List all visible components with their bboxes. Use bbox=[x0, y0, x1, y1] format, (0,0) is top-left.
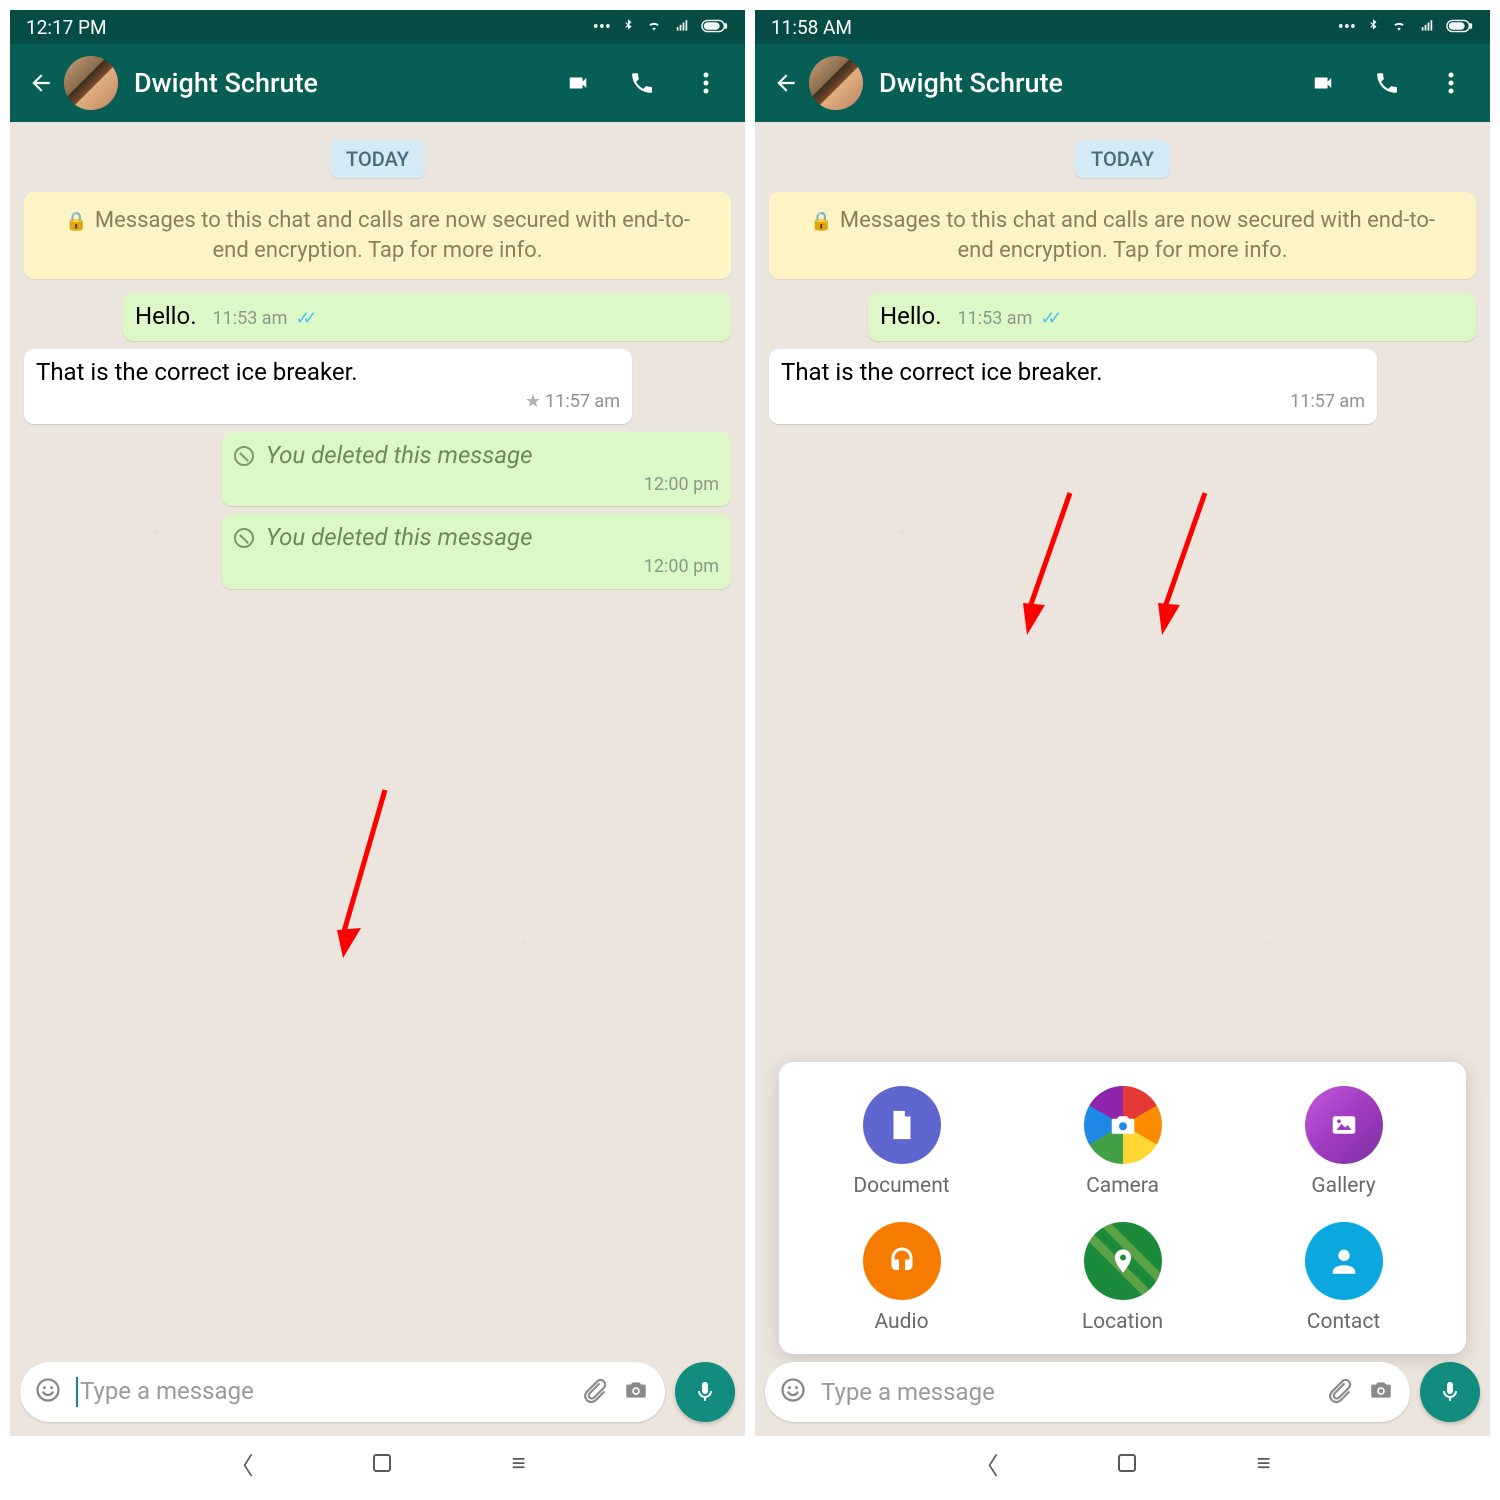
attach-audio[interactable]: Audio bbox=[791, 1222, 1012, 1334]
attach-location[interactable]: Location bbox=[1012, 1222, 1233, 1334]
encryption-banner[interactable]: 🔒 Messages to this chat and calls are no… bbox=[769, 192, 1476, 279]
menu-button[interactable] bbox=[689, 66, 723, 100]
status-icons: ••• bbox=[593, 16, 729, 39]
date-chip: TODAY bbox=[330, 140, 425, 178]
message-time: 11:53 am bbox=[957, 308, 1032, 331]
battery-icon bbox=[1446, 17, 1474, 38]
message-input[interactable]: Type a message bbox=[821, 1378, 1312, 1406]
battery-icon bbox=[701, 17, 729, 38]
location-icon bbox=[1084, 1222, 1162, 1300]
status-bar: 12:17 PM ••• bbox=[10, 10, 745, 44]
message-time: 12:00 pm bbox=[244, 474, 719, 497]
more-icon: ••• bbox=[593, 17, 611, 38]
message-deleted[interactable]: You deleted this message 12:00 pm bbox=[222, 432, 731, 507]
attach-contact[interactable]: Contact bbox=[1233, 1222, 1454, 1334]
prohibit-icon bbox=[234, 528, 254, 548]
avatar[interactable] bbox=[64, 56, 118, 110]
status-time: 12:17 PM bbox=[26, 16, 107, 39]
signal-icon bbox=[673, 17, 691, 38]
input-bar: Type a message bbox=[765, 1362, 1480, 1422]
message-time: 11:53 am bbox=[212, 308, 287, 331]
message-time: 11:57 am bbox=[781, 391, 1365, 414]
message-time: ★11:57 am bbox=[36, 391, 620, 414]
mic-button[interactable] bbox=[1420, 1362, 1480, 1422]
attach-camera[interactable]: Camera bbox=[1012, 1086, 1233, 1198]
nav-bar: 〈 ≡ bbox=[10, 1436, 745, 1490]
input-bar: Type a message bbox=[20, 1362, 735, 1422]
contact-icon bbox=[1305, 1222, 1383, 1300]
chat-header: Dwight Schrute bbox=[755, 44, 1490, 122]
chat-area: TODAY 🔒 Messages to this chat and calls … bbox=[10, 122, 745, 1490]
nav-recents-icon[interactable]: ≡ bbox=[511, 1449, 525, 1478]
read-receipt-icon: ✓✓ bbox=[1040, 308, 1054, 329]
camera-icon bbox=[1084, 1086, 1162, 1164]
camera-icon[interactable] bbox=[621, 1377, 651, 1407]
bluetooth-icon bbox=[1366, 16, 1380, 39]
mic-button[interactable] bbox=[675, 1362, 735, 1422]
nav-recents-icon[interactable]: ≡ bbox=[1256, 1449, 1270, 1478]
emoji-icon[interactable] bbox=[34, 1376, 62, 1408]
voice-call-button[interactable] bbox=[1370, 66, 1404, 100]
contact-name[interactable]: Dwight Schrute bbox=[879, 67, 1296, 99]
menu-button[interactable] bbox=[1434, 66, 1468, 100]
message-input-container: Type a message bbox=[20, 1362, 665, 1422]
message-input[interactable]: Type a message bbox=[76, 1377, 567, 1408]
nav-bar: 〈 ≡ bbox=[755, 1436, 1490, 1490]
more-icon: ••• bbox=[1338, 17, 1356, 38]
phone-screenshot-right: 11:58 AM ••• Dwi bbox=[755, 10, 1490, 1490]
message-out[interactable]: Hello. 11:53 am ✓✓ bbox=[868, 293, 1476, 341]
document-icon bbox=[863, 1086, 941, 1164]
message-deleted[interactable]: You deleted this message 12:00 pm bbox=[222, 514, 731, 589]
video-call-button[interactable] bbox=[561, 66, 595, 100]
attach-icon[interactable] bbox=[1326, 1377, 1352, 1407]
audio-icon bbox=[863, 1222, 941, 1300]
message-input-container: Type a message bbox=[765, 1362, 1410, 1422]
wifi-icon bbox=[1390, 17, 1408, 38]
message-out[interactable]: Hello. 11:53 am ✓✓ bbox=[123, 293, 731, 341]
attach-document[interactable]: Document bbox=[791, 1086, 1012, 1198]
nav-back-icon[interactable]: 〈 bbox=[229, 1446, 253, 1481]
status-icons: ••• bbox=[1338, 16, 1474, 39]
lock-icon: 🔒 bbox=[65, 211, 87, 232]
attach-icon[interactable] bbox=[581, 1377, 607, 1407]
back-button[interactable] bbox=[24, 66, 58, 100]
encryption-banner[interactable]: 🔒 Messages to this chat and calls are no… bbox=[24, 192, 731, 279]
contact-name[interactable]: Dwight Schrute bbox=[134, 67, 551, 99]
lock-icon: 🔒 bbox=[810, 211, 832, 232]
date-chip: TODAY bbox=[1075, 140, 1170, 178]
prohibit-icon bbox=[234, 446, 254, 466]
message-in[interactable]: That is the correct ice breaker. ★11:57 … bbox=[24, 349, 632, 424]
video-call-button[interactable] bbox=[1306, 66, 1340, 100]
back-button[interactable] bbox=[769, 66, 803, 100]
nav-home-icon[interactable] bbox=[1118, 1454, 1136, 1472]
camera-icon[interactable] bbox=[1366, 1377, 1396, 1407]
nav-back-icon[interactable]: 〈 bbox=[974, 1446, 998, 1481]
emoji-icon[interactable] bbox=[779, 1376, 807, 1408]
message-in[interactable]: That is the correct ice breaker. 11:57 a… bbox=[769, 349, 1377, 424]
attach-menu: Document Camera Gallery Audio bbox=[779, 1062, 1466, 1354]
chat-header: Dwight Schrute bbox=[10, 44, 745, 122]
attach-gallery[interactable]: Gallery bbox=[1233, 1086, 1454, 1198]
wifi-icon bbox=[645, 17, 663, 38]
nav-home-icon[interactable] bbox=[373, 1454, 391, 1472]
read-receipt-icon: ✓✓ bbox=[295, 308, 309, 329]
phone-screenshot-left: 12:17 PM ••• bbox=[10, 10, 745, 1490]
message-time: 12:00 pm bbox=[244, 556, 719, 579]
voice-call-button[interactable] bbox=[625, 66, 659, 100]
gallery-icon bbox=[1305, 1086, 1383, 1164]
status-bar: 11:58 AM ••• bbox=[755, 10, 1490, 44]
avatar[interactable] bbox=[809, 56, 863, 110]
star-icon: ★ bbox=[525, 391, 541, 412]
status-time: 11:58 AM bbox=[771, 16, 852, 39]
signal-icon bbox=[1418, 17, 1436, 38]
bluetooth-icon bbox=[621, 16, 635, 39]
